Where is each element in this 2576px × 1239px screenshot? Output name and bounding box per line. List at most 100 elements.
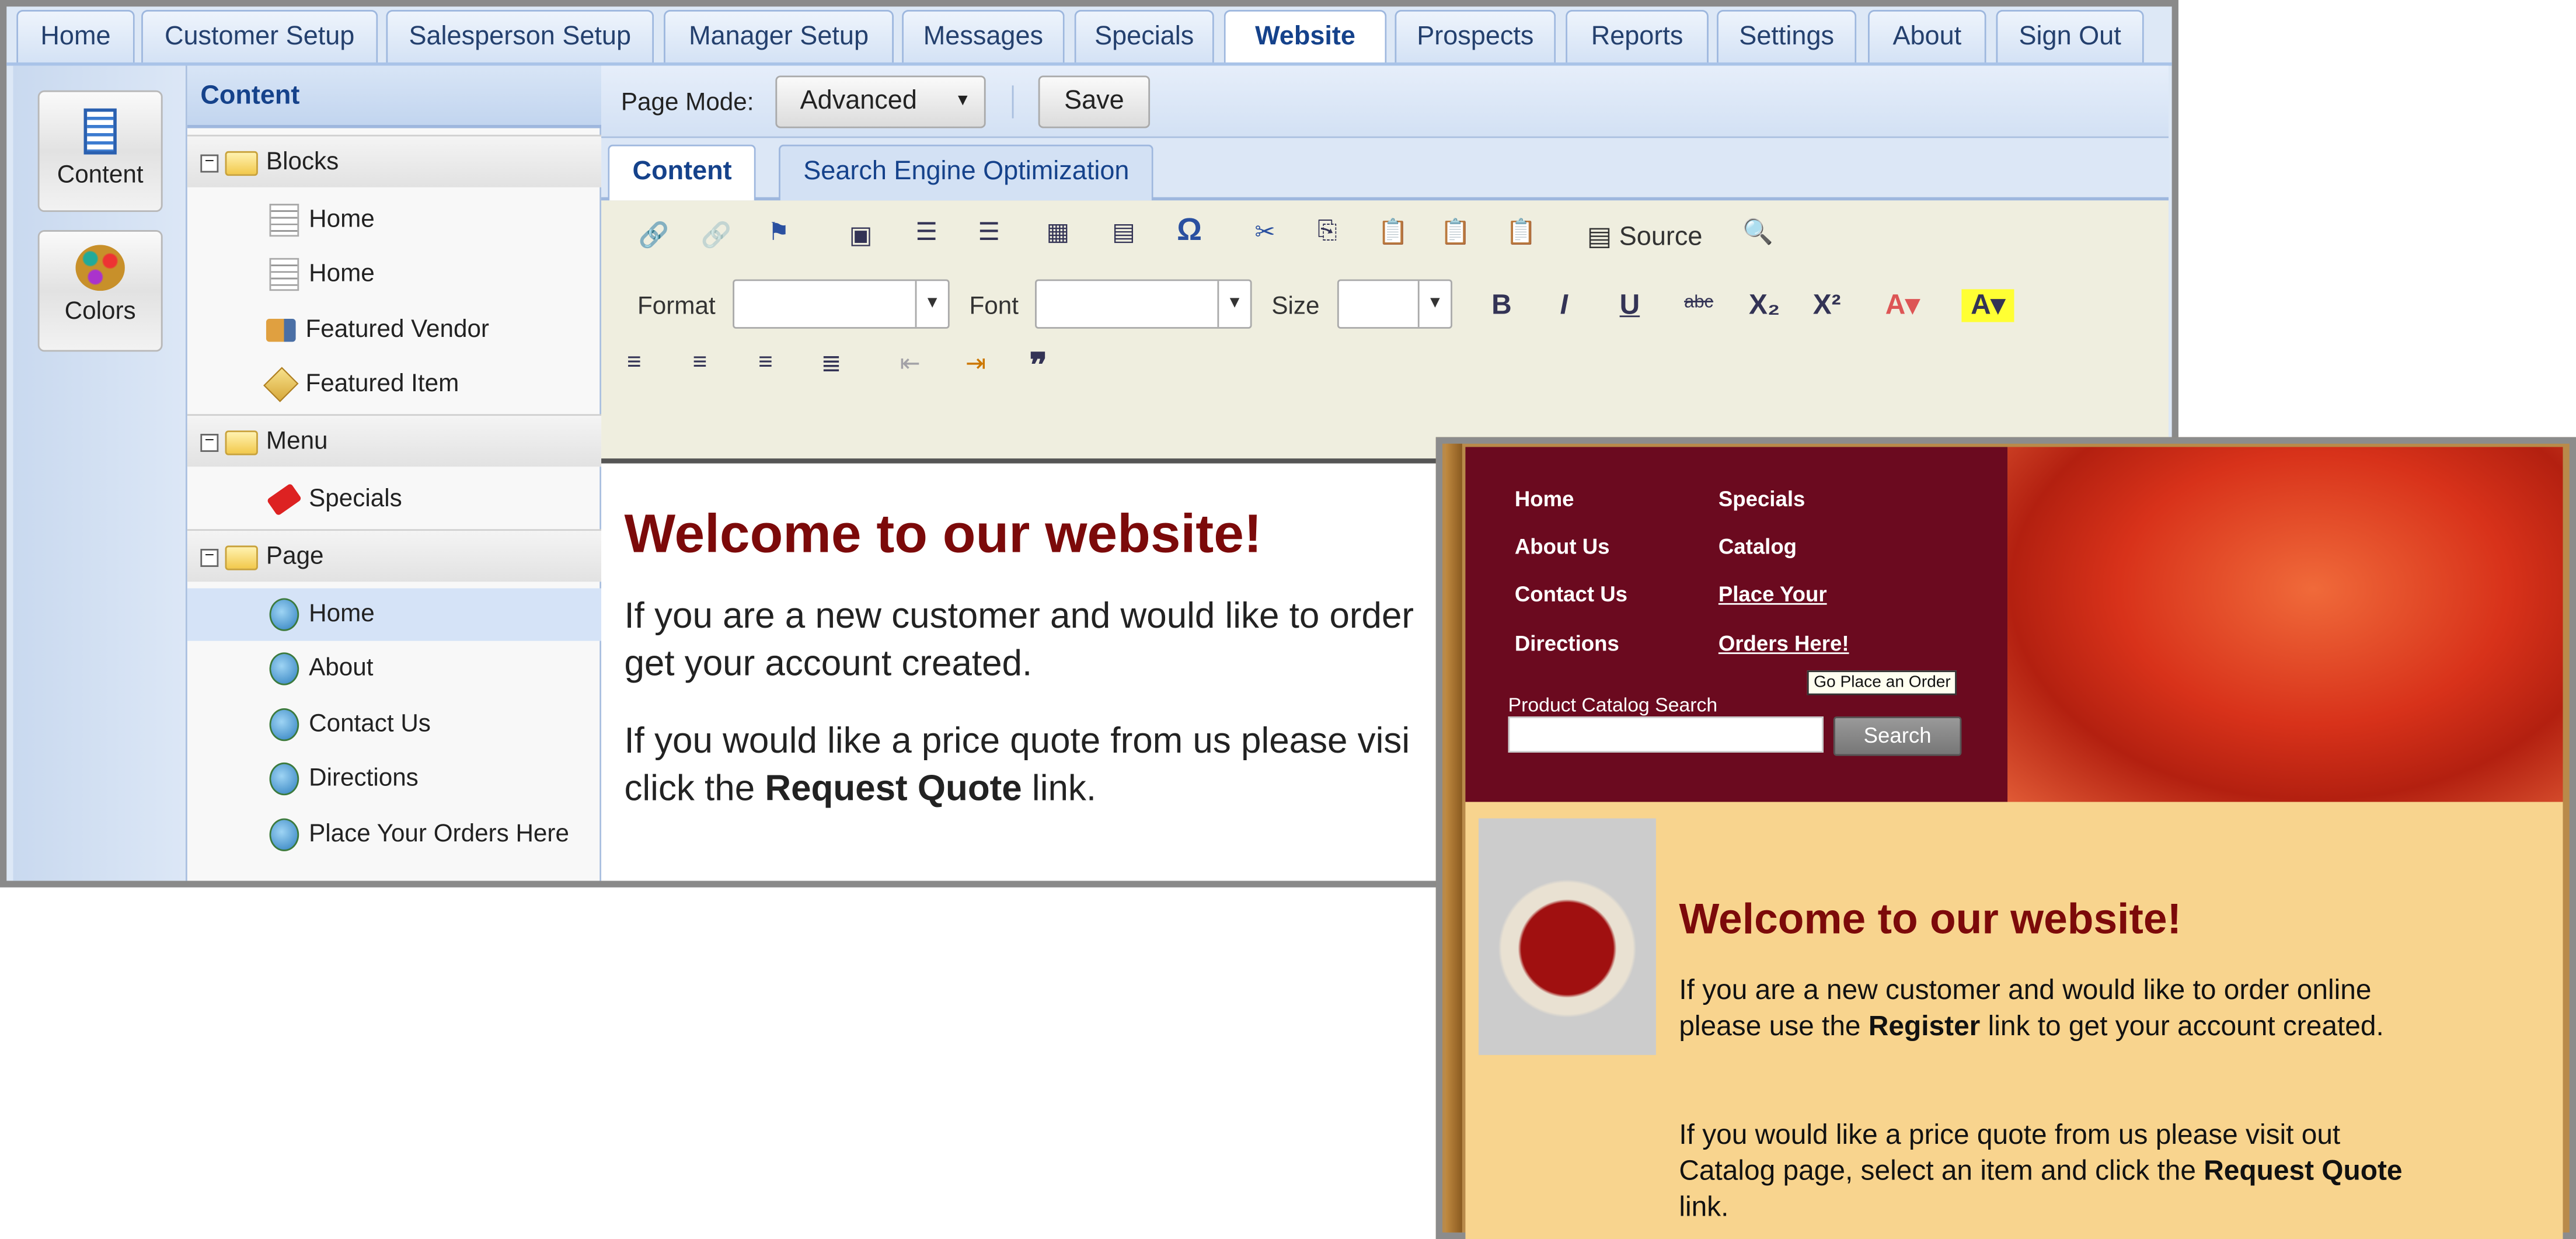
background-color-icon[interactable]: A▾ (1961, 289, 2014, 322)
nav-home[interactable]: Home (1515, 486, 1574, 511)
align-center-icon[interactable]: ≡ (680, 349, 720, 377)
item-label: About (309, 654, 374, 682)
tab-home[interactable]: Home (16, 9, 135, 62)
collapse-icon[interactable]: − (200, 547, 219, 566)
tree-item[interactable]: Contact Us (187, 698, 601, 751)
numbered-list-icon[interactable]: ☰ (907, 217, 947, 246)
paste-word-icon[interactable]: 📋 (1501, 217, 1541, 246)
tab-manager-setup[interactable]: Manager Setup (664, 9, 894, 62)
format-select[interactable]: ▼ (733, 279, 950, 329)
tree-item[interactable]: Directions (187, 753, 601, 805)
paste-icon[interactable]: 📋 (1374, 217, 1413, 246)
tree-group-page[interactable]: − Page (187, 529, 602, 582)
search-input[interactable] (1508, 716, 1824, 753)
colors-button[interactable]: Colors (37, 230, 163, 352)
page-mode-select[interactable]: Advanced ▼ (775, 75, 986, 128)
tree-item[interactable]: Featured Vendor (187, 304, 601, 357)
search-button[interactable]: Search (1833, 716, 1962, 756)
nav-directions[interactable]: Directions (1515, 631, 1619, 656)
content-button[interactable]: Content (37, 90, 163, 213)
chevron-down-icon: ▼ (954, 92, 971, 110)
tab-about[interactable]: About (1867, 9, 1986, 62)
strikethrough-button[interactable]: abc (1676, 293, 1722, 312)
editor-tabs: Content Search Engine Optimization (601, 138, 2169, 201)
nav-catalog[interactable]: Catalog (1719, 534, 1797, 559)
tree-group-menu[interactable]: − Menu (187, 414, 602, 467)
tab-salesperson-setup[interactable]: Salesperson Setup (386, 9, 654, 62)
size-select[interactable]: ▼ (1337, 279, 1452, 329)
tab-sign-out[interactable]: Sign Out (1996, 9, 2144, 62)
globe-page-icon (269, 708, 299, 742)
subscript-button[interactable]: X₂ (1741, 289, 1787, 322)
italic-button[interactable]: I (1545, 289, 1584, 322)
font-select[interactable]: ▼ (1035, 279, 1252, 329)
superscript-button[interactable]: X² (1804, 289, 1850, 322)
folder-icon (225, 545, 258, 570)
text-color-icon[interactable]: A▾ (1876, 289, 1929, 322)
cut-icon[interactable]: ✂ (1245, 217, 1285, 246)
horizontal-rule-icon[interactable]: ▤ (1104, 217, 1144, 246)
content-tree: Content − Blocks Home Home Featured Vendo… (187, 65, 602, 881)
tree-item[interactable]: Place Your Orders Here (187, 809, 601, 861)
globe-page-icon (269, 762, 299, 796)
source-button[interactable]: ▤ Source (1587, 220, 1703, 253)
preview-icon[interactable]: 🔍 (1738, 217, 1778, 246)
tree-item[interactable]: About (187, 642, 601, 695)
align-right-icon[interactable]: ≡ (746, 349, 786, 377)
image-icon[interactable]: ▣ (841, 220, 881, 250)
site-paragraph: If you would like a price quote from us … (1679, 1118, 2418, 1226)
format-label: Format (637, 292, 716, 321)
folder-icon (225, 430, 258, 455)
copy-icon[interactable]: ⎘ (1308, 217, 1347, 245)
tab-content[interactable]: Content (608, 144, 757, 201)
rich-text-toolbar: 🔗 🔗 ⚑ ▣ ☰ ☰ ▦ ▤ Ω ✂ ⎘ 📋 📋 📋 ▤ Source 🔍 F… (601, 200, 2169, 464)
item-label: Home (309, 205, 375, 234)
tree-item[interactable]: Home (187, 194, 601, 246)
tab-prospects[interactable]: Prospects (1395, 9, 1556, 62)
link-icon[interactable]: 🔗 (634, 220, 674, 250)
page-mode-value: Advanced (800, 87, 917, 116)
globe-page-icon (269, 818, 299, 851)
tab-website[interactable]: Website (1223, 9, 1387, 66)
search-label: Product Catalog Search (1508, 693, 1718, 717)
tree-item[interactable]: Featured Item (187, 359, 601, 411)
nav-about-us[interactable]: About Us (1515, 534, 1610, 559)
group-label: Page (266, 542, 324, 570)
content-button-label: Content (57, 161, 144, 189)
tree-group-blocks[interactable]: − Blocks (187, 134, 602, 187)
special-char-icon[interactable]: Ω (1170, 214, 1209, 250)
bold-button[interactable]: B (1482, 289, 1522, 322)
bullet-list-icon[interactable]: ☰ (969, 217, 1009, 246)
tab-reports[interactable]: Reports (1566, 9, 1709, 62)
tab-messages[interactable]: Messages (902, 9, 1065, 62)
tree-item[interactable]: Home (187, 248, 601, 301)
save-button[interactable]: Save (1038, 75, 1151, 128)
tab-settings[interactable]: Settings (1717, 9, 1857, 62)
colors-button-label: Colors (64, 297, 136, 326)
paste-text-icon[interactable]: 📋 (1436, 217, 1476, 246)
anchor-flag-icon[interactable]: ⚑ (759, 217, 799, 246)
collapse-icon[interactable]: − (200, 153, 219, 172)
align-left-icon[interactable]: ≡ (615, 349, 654, 377)
nav-orders-here[interactable]: Orders Here! (1719, 631, 1849, 656)
collapse-icon[interactable]: − (200, 432, 219, 451)
table-icon[interactable]: ▦ (1038, 217, 1078, 246)
tree-item[interactable]: Specials (187, 474, 601, 526)
nav-specials[interactable]: Specials (1719, 486, 1805, 511)
tree-item-selected[interactable]: Home (187, 588, 602, 641)
globe-page-icon (269, 598, 299, 631)
bold-text: Request Quote (765, 767, 1022, 809)
underline-button[interactable]: U (1610, 289, 1650, 322)
tab-seo[interactable]: Search Engine Optimization (779, 144, 1154, 201)
nav-contact-us[interactable]: Contact Us (1515, 582, 1627, 606)
blockquote-icon[interactable]: ❞ (1019, 345, 1058, 386)
indent-icon[interactable]: ⇥ (956, 349, 996, 378)
register-text: Register (1868, 1010, 1981, 1042)
unlink-icon[interactable]: 🔗 (696, 220, 736, 250)
tab-customer-setup[interactable]: Customer Setup (141, 9, 378, 62)
outdent-icon[interactable]: ⇤ (890, 349, 930, 378)
tab-specials[interactable]: Specials (1074, 9, 1214, 62)
nav-place-order[interactable]: Place Your (1719, 582, 1827, 606)
page-toolbar: Page Mode: Advanced ▼ Save (601, 65, 2169, 138)
justify-icon[interactable]: ≣ (811, 349, 851, 378)
